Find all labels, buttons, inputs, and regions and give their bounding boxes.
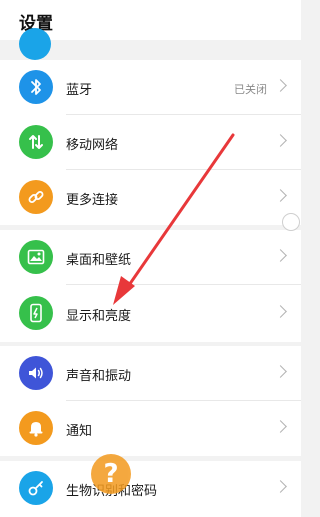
section-sound-notify: 声音和振动 通知 — [0, 346, 301, 456]
speaker-icon — [19, 356, 53, 390]
brightness-icon — [19, 296, 53, 330]
bluetooth-status: 已关闭 — [234, 83, 267, 96]
settings-row-more-connections[interactable]: 更多连接 — [0, 170, 301, 225]
mobile-data-icon — [19, 125, 53, 159]
image-icon — [19, 240, 53, 274]
chevron-right-icon — [274, 189, 287, 202]
settings-row-sound[interactable]: 声音和振动 — [0, 346, 301, 401]
scroll-handle[interactable] — [282, 213, 300, 231]
help-icon: ? — [91, 454, 131, 494]
wallpaper-label: 桌面和壁纸 — [66, 253, 132, 268]
divider — [66, 284, 301, 285]
bluetooth-icon — [19, 70, 53, 104]
settings-row-notification[interactable]: 通知 — [0, 401, 301, 456]
section-security: 生物识别和密码 — [0, 461, 301, 517]
settings-row-wallpaper[interactable]: 桌面和壁纸 — [0, 230, 301, 285]
chevron-right-icon — [274, 480, 287, 493]
bell-icon — [19, 411, 53, 445]
settings-row-mobile-network[interactable]: 移动网络 — [0, 115, 301, 170]
chevron-right-icon — [274, 134, 287, 147]
section-connectivity: 蓝牙 已关闭 移动网络 更多连接 — [0, 60, 301, 225]
chevron-right-icon — [274, 365, 287, 378]
settings-row-bluetooth[interactable]: 蓝牙 已关闭 — [0, 60, 301, 115]
help-symbol: ? — [103, 459, 119, 489]
settings-row-biometrics[interactable]: 生物识别和密码 — [0, 461, 301, 516]
notification-label: 通知 — [66, 424, 93, 439]
key-icon — [19, 471, 53, 505]
mobile-network-label: 移动网络 — [66, 138, 119, 153]
bluetooth-label: 蓝牙 — [66, 83, 93, 98]
link-icon — [19, 180, 53, 214]
display-label: 显示和亮度 — [66, 309, 132, 324]
chevron-right-icon — [274, 79, 287, 92]
chevron-right-icon — [274, 420, 287, 433]
section-display: 桌面和壁纸 显示和亮度 — [0, 230, 301, 342]
settings-row-display[interactable]: 显示和亮度 — [0, 286, 301, 341]
chevron-right-icon — [274, 249, 287, 262]
sound-label: 声音和振动 — [66, 369, 132, 384]
chevron-right-icon — [274, 305, 287, 318]
more-connections-label: 更多连接 — [66, 193, 119, 208]
partial-settings-icon — [19, 28, 51, 60]
